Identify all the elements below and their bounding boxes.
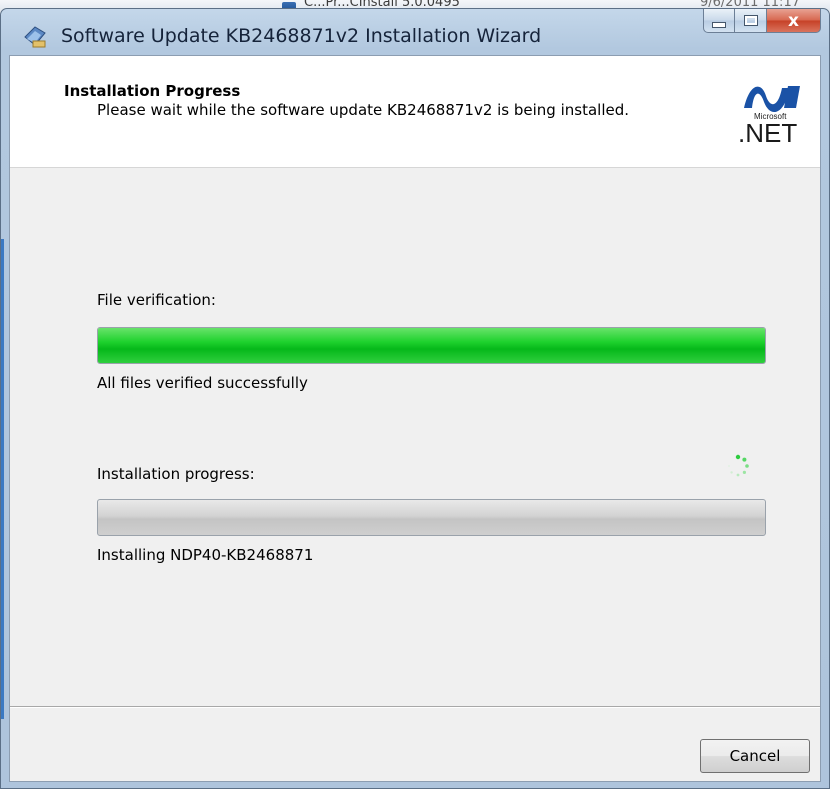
- minimize-icon: [712, 21, 726, 28]
- busy-spinner-icon: [728, 454, 749, 477]
- close-button[interactable]: x: [767, 9, 821, 33]
- window-title: Software Update KB2468871v2 Installation…: [61, 25, 542, 47]
- caption-buttons: x: [703, 9, 821, 33]
- page-subtitle: Please wait while the software update KB…: [97, 101, 630, 119]
- footer-separator: [10, 706, 820, 708]
- installer-app-icon: [24, 26, 46, 48]
- window-edge-highlight: [1, 239, 4, 719]
- title-bar[interactable]: Software Update KB2468871v2 Installation…: [1, 9, 829, 55]
- file-verification-progress-fill: [98, 328, 765, 363]
- page-title: Installation Progress: [64, 82, 241, 100]
- installation-status: Installing NDP40-KB2468871: [97, 546, 314, 564]
- wizard-header: Installation Progress Please wait while …: [10, 56, 820, 168]
- cancel-button[interactable]: Cancel: [700, 739, 810, 773]
- file-verification-status: All files verified successfully: [97, 374, 308, 392]
- file-verification-progress-bar: [97, 327, 766, 364]
- close-icon: x: [788, 10, 799, 31]
- maximize-icon: [743, 15, 758, 26]
- minimize-button[interactable]: [703, 9, 735, 33]
- file-verification-label: File verification:: [97, 291, 216, 309]
- dotnet-logo: Microsoft .NET: [720, 78, 820, 158]
- logo-net-text: .NET: [738, 118, 798, 148]
- maximize-button[interactable]: [735, 9, 767, 33]
- wizard-client-area: Installation Progress Please wait while …: [9, 55, 821, 782]
- installer-window: Software Update KB2468871v2 Installation…: [0, 8, 830, 789]
- installation-progress-label: Installation progress:: [97, 465, 255, 483]
- installation-progress-bar: [97, 499, 766, 536]
